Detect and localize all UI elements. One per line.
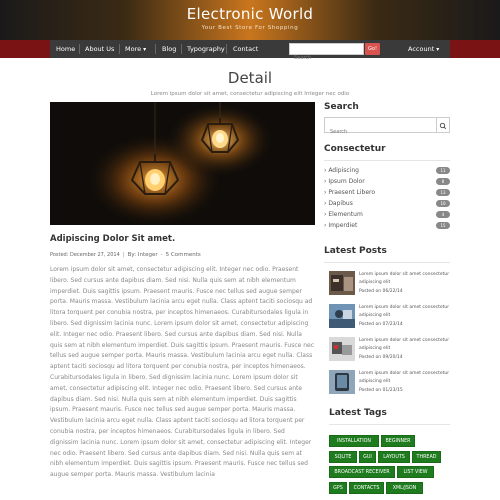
- site-title[interactable]: Electronic World: [0, 5, 500, 23]
- nav-contact[interactable]: Contact: [233, 40, 258, 58]
- sidebar-latest-tags-heading: Latest Tags: [329, 408, 387, 418]
- nav-blog[interactable]: Blog: [162, 40, 176, 58]
- post-title: Lorem ipsum dolor sit amet consectetur a…: [359, 272, 450, 285]
- sidebar-divider: [324, 262, 450, 263]
- sidebar-divider: [324, 160, 450, 161]
- article-comments[interactable]: 5 Comments: [166, 252, 201, 258]
- nav-divider: [119, 44, 120, 54]
- tag-broadcast-receiver[interactable]: BROADCAST RECEIVER: [329, 466, 395, 478]
- category-item[interactable]: › Praesent Libero 13: [324, 189, 450, 199]
- post-thumbnail: [329, 337, 355, 361]
- tag-xml-json[interactable]: XML/JSON: [386, 482, 423, 494]
- sidebar-latest-posts-heading: Latest Posts: [324, 246, 387, 256]
- post-thumbnail: [329, 271, 355, 295]
- category-count-badge: 4: [436, 211, 450, 218]
- latest-post-item[interactable]: Lorem ipsum dolor sit amet consectetur a…: [329, 336, 451, 363]
- nav-more-label: More: [125, 45, 142, 53]
- nav-typography[interactable]: Typography: [187, 40, 225, 58]
- nav-divider: [79, 44, 80, 54]
- page-subtitle: Lorem ipsum dolor sit amet, consectetur …: [150, 91, 350, 97]
- post-thumbnail: [329, 304, 355, 328]
- tag-gui[interactable]: GUI: [359, 451, 376, 463]
- article-date: Posted: December 27, 2014: [50, 252, 120, 258]
- sidebar-search-button[interactable]: [436, 117, 450, 133]
- main-nav: Home About Us More ▾ Blog Typography Cont…: [0, 40, 500, 63]
- tag-thread[interactable]: THREAD: [412, 451, 441, 463]
- sidebar-search-heading: Search: [324, 102, 359, 112]
- nav-divider: [226, 44, 227, 54]
- post-title: Lorem ipsum dolor sit amet consectetur a…: [359, 371, 450, 384]
- category-item[interactable]: › Dapibus 10: [324, 200, 450, 210]
- hanging-bulbs-illustration: [50, 102, 315, 225]
- category-item[interactable]: › Adipiscing 11: [324, 167, 450, 177]
- nav-search-box: [289, 43, 364, 63]
- chevron-down-icon: ▾: [436, 46, 440, 53]
- nav-search-input[interactable]: [290, 53, 363, 63]
- meta-separator: -: [160, 252, 163, 258]
- latest-post-item[interactable]: Lorem ipsum dolor sit amet consectetur a…: [329, 270, 451, 297]
- nav-about-us[interactable]: About Us: [85, 40, 114, 58]
- latest-post-item[interactable]: Lorem ipsum dolor sit amet consectetur a…: [329, 369, 451, 396]
- tag-contacts[interactable]: CONTACTS: [349, 482, 384, 494]
- nav-right-accent: [450, 40, 500, 58]
- category-label: › Praesent Libero: [324, 189, 376, 196]
- article-hero-image: [50, 102, 315, 225]
- tag-beginner[interactable]: BEGINNER: [381, 435, 415, 447]
- category-label: › Ipsum Dolor: [324, 178, 365, 185]
- site-header: Electronic World Your Best Store For Sho…: [0, 0, 500, 40]
- category-item[interactable]: › Ipsum Dolor 8: [324, 178, 450, 188]
- meta-separator: |: [122, 252, 125, 258]
- nav-account[interactable]: Account ▾: [408, 40, 439, 58]
- post-thumbnail: [329, 370, 355, 394]
- tag-sqlite[interactable]: SQLITE: [329, 451, 357, 463]
- post-title: Lorem ipsum dolor sit amet consectetur a…: [359, 338, 450, 351]
- sidebar-divider: [329, 424, 450, 425]
- article-body: Lorem ipsum dolor sit amet, consectetur …: [50, 266, 315, 479]
- article-title[interactable]: Adipiscing Dolor Sit amet.: [50, 234, 175, 244]
- nav-divider: [181, 44, 182, 54]
- search-icon: [439, 122, 447, 130]
- category-label: › Adipiscing: [324, 167, 359, 174]
- sidebar-search-input[interactable]: [325, 125, 436, 139]
- post-date: Posted on 01/23/15: [359, 388, 403, 393]
- category-label: › Elementum: [324, 211, 363, 218]
- site-tagline: Your Best Store For Shopping: [201, 25, 299, 31]
- post-title: Lorem ipsum dolor sit amet consectetur a…: [359, 305, 450, 318]
- tag-installation[interactable]: INSTALLATION: [329, 435, 379, 447]
- article-meta: Posted: December 27, 2014 | By: Integer -5 …: [50, 252, 201, 258]
- category-count-badge: 13: [436, 189, 450, 196]
- category-item[interactable]: › Imperdiet 15: [324, 222, 450, 232]
- category-count-badge: 15: [436, 222, 450, 229]
- nav-home[interactable]: Home: [56, 40, 75, 58]
- article-author[interactable]: By: Integer: [128, 252, 158, 258]
- nav-go-button[interactable]: Go!: [365, 43, 380, 55]
- tag-gps[interactable]: GPS: [329, 482, 347, 494]
- tag-layouts[interactable]: LAYOUTS: [378, 451, 410, 463]
- category-count-badge: 10: [436, 200, 450, 207]
- category-count-badge: 8: [436, 178, 450, 185]
- category-count-badge: 11: [436, 167, 450, 174]
- sidebar-search-box: [324, 117, 437, 139]
- nav-divider: [155, 44, 156, 54]
- latest-post-item[interactable]: Lorem ipsum dolor sit amet consectetur a…: [329, 303, 451, 330]
- category-label: › Imperdiet: [324, 222, 358, 229]
- sidebar-categories-heading: Consectetur: [324, 144, 386, 154]
- post-date: Posted on 07/23/14: [359, 322, 403, 327]
- nav-left-accent: [0, 40, 50, 58]
- nav-account-label: Account: [408, 45, 435, 53]
- post-date: Posted on 09/20/14: [359, 355, 403, 360]
- category-label: › Dapibus: [324, 200, 353, 207]
- chevron-down-icon: ▾: [143, 46, 147, 53]
- post-date: Posted on 06/22/14: [359, 289, 403, 294]
- tag-list-view[interactable]: LIST VIEW: [397, 466, 434, 478]
- category-item[interactable]: › Elementum 4: [324, 211, 450, 221]
- nav-more[interactable]: More ▾: [125, 40, 146, 58]
- page-title: Detail: [227, 69, 273, 87]
